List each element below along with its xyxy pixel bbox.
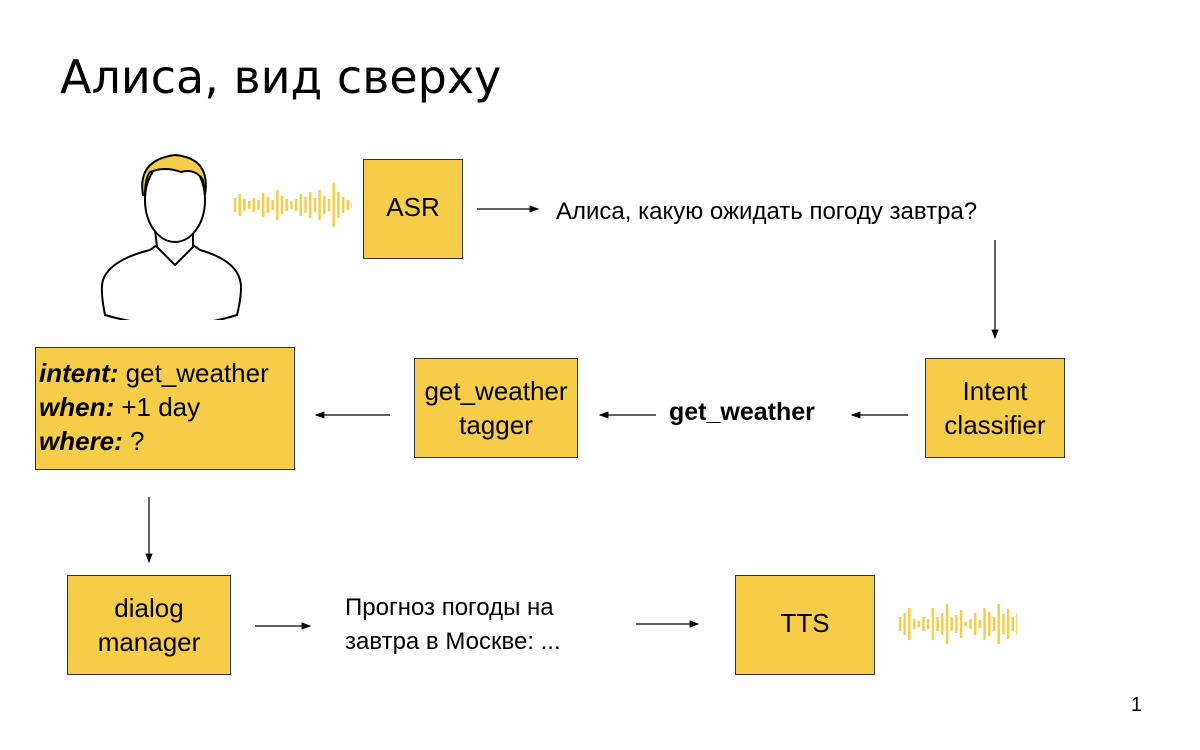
page-number: 1 [1130, 694, 1142, 716]
flow-arrows [145, 205, 999, 630]
